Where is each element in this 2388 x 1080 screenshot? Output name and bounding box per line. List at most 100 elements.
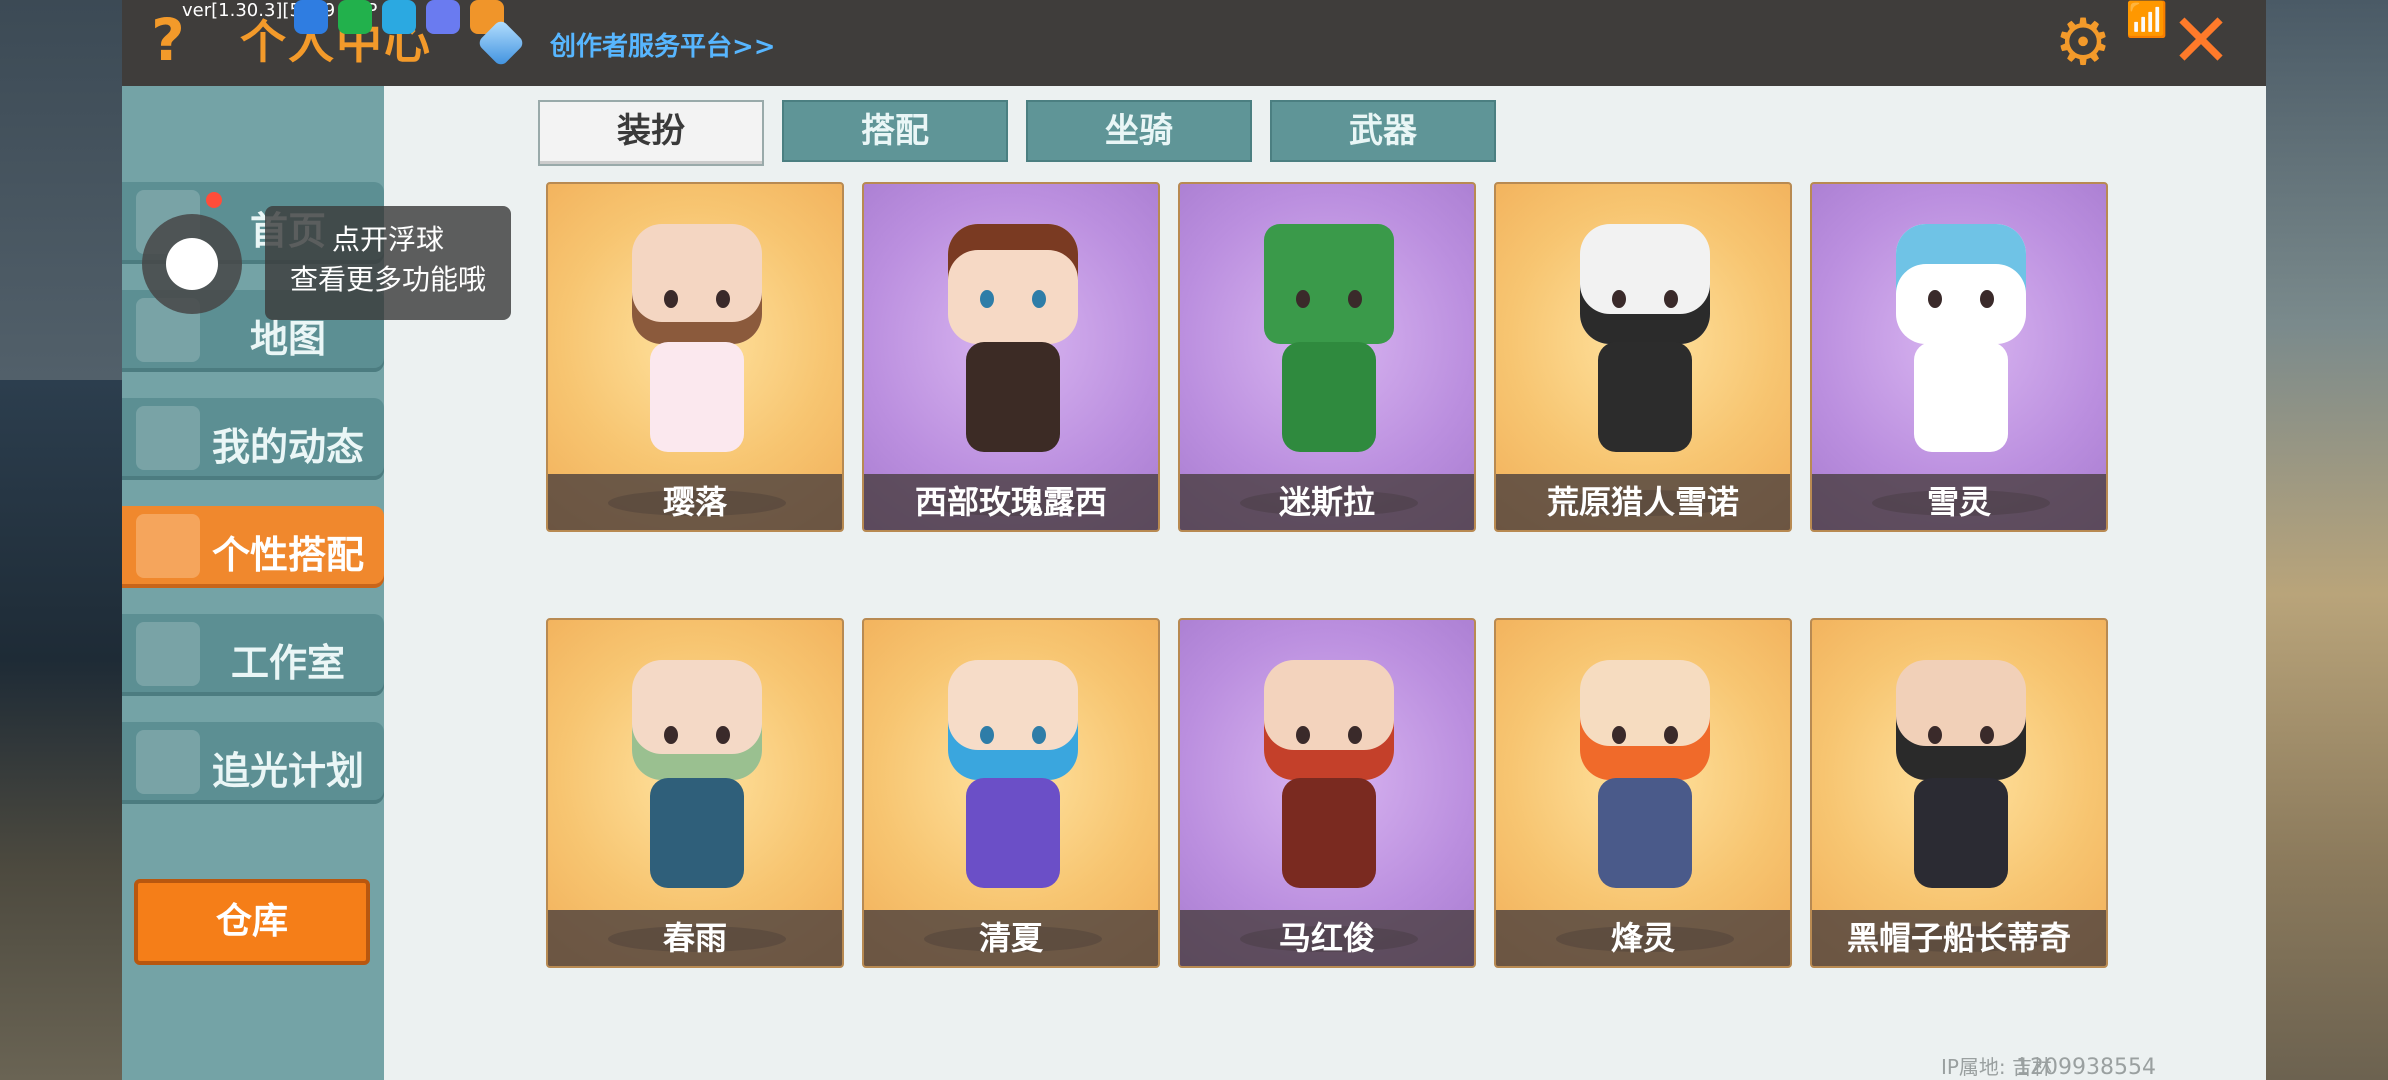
skin-card[interactable]: 马红俊 [1178,618,1476,968]
character-eye [716,726,730,744]
skin-name: 璎落 [548,474,842,530]
character-eye [664,290,678,308]
character-head [948,660,1078,780]
skin-grid: 璎落 西部玫瑰露西 迷斯拉 荒原猎人雪诺 雪灵 春雨 清夏 马红俊 烽灵 黑帽子… [546,182,2146,968]
character-preview [1876,660,2046,910]
character-body [1282,778,1376,888]
star-plan-icon [136,730,200,794]
skin-name: 荒原猎人雪诺 [1496,474,1790,530]
skin-card[interactable]: 雪灵 [1810,182,2108,532]
character-preview [1560,224,1730,474]
tab-mount[interactable]: 坐骑 [1026,100,1252,162]
top-bar: ? 个人中心 ver[1.30.3][5 2 9 0][P 9.2 创作者服务平… [122,0,2266,86]
floating-ball[interactable] [142,214,242,314]
character-preview [1560,660,1730,910]
music-icon [426,0,460,34]
character-preview [928,224,1098,474]
character-body [966,778,1060,888]
character-preview [612,660,782,910]
character-eye [980,726,994,744]
sidebar-item-light-plan[interactable]: 追光计划 [122,722,384,804]
character-preview [928,660,1098,910]
character-body [966,342,1060,452]
character-head [1580,224,1710,344]
floating-ball-dot [166,238,218,290]
skin-name: 黑帽子船长蒂奇 [1812,910,2106,966]
character-eye [1296,290,1310,308]
skin-name: 马红俊 [1180,910,1474,966]
character-body [1598,342,1692,452]
studio-icon [136,622,200,686]
character-body [650,342,744,452]
status-icons [294,0,504,34]
character-head [1264,224,1394,344]
character-body [1914,778,2008,888]
tooltip-line2: 查看更多功能哦 [289,263,486,296]
left-scene [0,380,122,1080]
skin-card[interactable]: 春雨 [546,618,844,968]
character-eye [1612,290,1626,308]
tab-weapon[interactable]: 武器 [1270,100,1496,162]
character-eye [1032,290,1046,308]
character-eye [1980,726,1994,744]
character-eye [716,290,730,308]
tooltip-line1: 点开浮球 [331,223,444,256]
close-x-icon[interactable]: ✕ [2166,4,2236,78]
floating-ball-tooltip: 点开浮球 查看更多功能哦 [265,206,511,320]
character-eye [1612,726,1626,744]
character-preview [1876,224,2046,474]
character-eye [1348,726,1362,744]
character-head [1264,660,1394,780]
warehouse-button[interactable]: 仓库 [134,879,370,965]
tab-match[interactable]: 搭配 [782,100,1008,162]
gear-icon[interactable]: ⚙ [2050,10,2116,76]
character-eye [1348,290,1362,308]
character-preview [1244,224,1414,474]
character-eye [1928,726,1942,744]
skin-card[interactable]: 璎落 [546,182,844,532]
character-head [632,224,762,344]
sidebar-item-my-activity[interactable]: 我的动态 [122,398,384,480]
character-eye [664,726,678,744]
character-eye [980,290,994,308]
wechat-icon [338,0,372,34]
sidebar-item-label: 我的动态 [211,425,364,469]
character-preview [612,224,782,474]
category-tabs: 装扮 搭配 坐骑 武器 [538,100,1496,166]
character-head [948,224,1078,344]
skin-name: 清夏 [864,910,1158,966]
character-head [632,660,762,780]
character-eye [1928,290,1942,308]
app-icon-blue [294,0,328,34]
character-body [1914,342,2008,452]
skin-card[interactable]: 清夏 [862,618,1160,968]
character-body [1598,778,1692,888]
sidebar-item-label: 工作室 [230,641,345,685]
character-eye [1664,726,1678,744]
sidebar-item-outfit[interactable]: 个性搭配 [122,506,384,588]
skin-card[interactable]: 荒原猎人雪诺 [1494,182,1792,532]
character-head [1896,224,2026,344]
skin-name: 雪灵 [1812,474,2106,530]
character-eye [1296,726,1310,744]
skin-card[interactable]: 烽灵 [1494,618,1792,968]
sidebar-item-label: 个性搭配 [211,533,364,577]
bell-icon [136,406,200,470]
skin-card[interactable]: 黑帽子船长蒂奇 [1810,618,2108,968]
character-eye [1664,290,1678,308]
character-body [650,778,744,888]
wifi-icon: 📶 [2125,0,2168,40]
character-eye [1032,726,1046,744]
creator-platform-link[interactable]: 创作者服务平台>> [550,26,776,63]
skin-card[interactable]: 西部玫瑰露西 [862,182,1160,532]
character-body [1282,342,1376,452]
character-head [1580,660,1710,780]
character-preview [1244,660,1414,910]
skin-name: 迷斯拉 [1180,474,1474,530]
skin-name: 春雨 [548,910,842,966]
character-eye [1980,290,1994,308]
sidebar-item-studio[interactable]: 工作室 [122,614,384,696]
personal-center-panel: ? 个人中心 ver[1.30.3][5 2 9 0][P 9.2 创作者服务平… [122,0,2266,1080]
tab-dress-up[interactable]: 装扮 [538,100,764,166]
skin-card[interactable]: 迷斯拉 [1178,182,1476,532]
